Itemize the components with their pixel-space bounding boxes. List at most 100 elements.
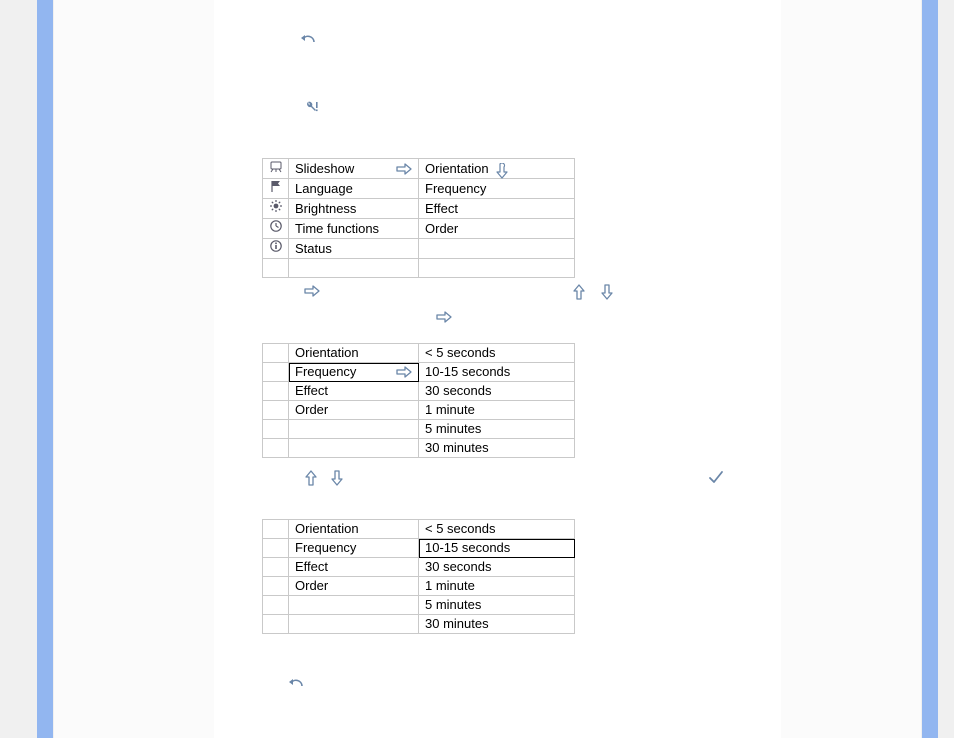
- submenu-item-effect[interactable]: Effect: [419, 199, 575, 219]
- blank-icon: [263, 558, 289, 577]
- blank-icon: [263, 439, 289, 458]
- submenu-item-frequency[interactable]: Frequency: [289, 539, 419, 558]
- option-30-seconds[interactable]: 30 seconds: [419, 382, 575, 401]
- arrow-down-icon: [330, 470, 346, 488]
- wrench-exclaim-icon: [305, 100, 321, 114]
- option-1-minute[interactable]: 1 minute: [419, 577, 575, 596]
- page-content: Slideshow Orientation: [214, 0, 781, 738]
- submenu-item-orientation[interactable]: Orientation: [419, 159, 575, 179]
- option-5-seconds[interactable]: < 5 seconds: [419, 344, 575, 363]
- arrow-right-icon: [396, 365, 412, 379]
- right-margin-strip: [922, 0, 938, 738]
- menu-item-label: Orientation: [295, 521, 359, 536]
- menu-item-label: Brightness: [295, 201, 356, 216]
- menu-item-label: Frequency: [295, 364, 356, 379]
- option-5-minutes[interactable]: 5 minutes: [419, 596, 575, 615]
- table-row: Brightness Effect: [263, 199, 575, 219]
- blank-icon: [263, 596, 289, 615]
- option-label: < 5 seconds: [425, 521, 495, 536]
- menu-item-time-functions[interactable]: Time functions: [289, 219, 419, 239]
- table-row: [263, 259, 575, 278]
- submenu-item-label: Effect: [425, 201, 458, 216]
- submenu-item-order[interactable]: Order: [419, 219, 575, 239]
- table-row: Frequency 10-15 seconds: [263, 539, 575, 558]
- submenu-item-blank: [419, 239, 575, 259]
- option-5-seconds[interactable]: < 5 seconds: [419, 520, 575, 539]
- option-10-15-seconds[interactable]: 10-15 seconds: [419, 363, 575, 382]
- menu-item-label: Slideshow: [295, 161, 354, 176]
- menu-table-1: Slideshow Orientation: [262, 158, 575, 278]
- blank-icon: [263, 259, 289, 278]
- option-label: 5 minutes: [425, 421, 481, 436]
- menu-table-2-body: Orientation < 5 seconds Frequency: [263, 344, 575, 458]
- submenu-item-frequency[interactable]: Frequency: [419, 179, 575, 199]
- option-5-minutes[interactable]: 5 minutes: [419, 420, 575, 439]
- brightness-icon: [263, 199, 289, 219]
- arrow-right-icon: [304, 284, 322, 300]
- option-label: 10-15 seconds: [425, 540, 510, 555]
- option-30-seconds[interactable]: 30 seconds: [419, 558, 575, 577]
- option-label: < 5 seconds: [425, 345, 495, 360]
- submenu-item-effect[interactable]: Effect: [289, 382, 419, 401]
- menu-item-slideshow[interactable]: Slideshow: [289, 159, 419, 179]
- pointer-down-icon: [494, 163, 508, 179]
- menu-table-2: Orientation < 5 seconds Frequency: [262, 343, 575, 458]
- table-row: Time functions Order: [263, 219, 575, 239]
- submenu-item-frequency[interactable]: Frequency: [289, 363, 419, 382]
- menu-item-language[interactable]: Language: [289, 179, 419, 199]
- blank-icon: [263, 344, 289, 363]
- menu-table-3: Orientation < 5 seconds Frequency 10-15 …: [262, 519, 575, 634]
- option-label: 30 seconds: [425, 559, 492, 574]
- menu-item-status[interactable]: Status: [289, 239, 419, 259]
- menu-item-label: Status: [295, 241, 332, 256]
- option-30-minutes[interactable]: 30 minutes: [419, 615, 575, 634]
- submenu-item-label: Orientation: [425, 161, 489, 176]
- blank-icon: [263, 382, 289, 401]
- submenu-item-blank: [289, 615, 419, 634]
- table-row: Language Frequency: [263, 179, 575, 199]
- check-icon: [708, 470, 726, 486]
- arrow-right-icon: [436, 310, 454, 326]
- undo-icon: [300, 32, 318, 46]
- table-row: Orientation < 5 seconds: [263, 344, 575, 363]
- option-1-minute[interactable]: 1 minute: [419, 401, 575, 420]
- submenu-item-order[interactable]: Order: [289, 577, 419, 596]
- arrow-up-icon: [572, 284, 588, 302]
- undo-icon: [288, 676, 306, 690]
- option-label: 1 minute: [425, 402, 475, 417]
- flag-icon: [263, 179, 289, 199]
- table-row: Orientation < 5 seconds: [263, 520, 575, 539]
- submenu-item-blank: [419, 259, 575, 278]
- submenu-item-blank: [289, 420, 419, 439]
- submenu-item-blank: [289, 439, 419, 458]
- submenu-item-effect[interactable]: Effect: [289, 558, 419, 577]
- blank-icon: [263, 520, 289, 539]
- menu-item-label: Time functions: [295, 221, 379, 236]
- option-30-minutes[interactable]: 30 minutes: [419, 439, 575, 458]
- left-margin-strip: [37, 0, 53, 738]
- option-10-15-seconds[interactable]: 10-15 seconds: [419, 539, 575, 558]
- submenu-item-label: Frequency: [425, 181, 486, 196]
- table-row: Slideshow Orientation: [263, 159, 575, 179]
- table-row: 5 minutes: [263, 420, 575, 439]
- info-icon: [263, 239, 289, 259]
- option-label: 5 minutes: [425, 597, 481, 612]
- option-label: 10-15 seconds: [425, 364, 510, 379]
- menu-item-brightness[interactable]: Brightness: [289, 199, 419, 219]
- table-row: 5 minutes: [263, 596, 575, 615]
- table-row: Order 1 minute: [263, 401, 575, 420]
- menu-item-label: Effect: [295, 383, 328, 398]
- submenu-item-orientation[interactable]: Orientation: [289, 344, 419, 363]
- blank-icon: [263, 363, 289, 382]
- submenu-item-orientation[interactable]: Orientation: [289, 520, 419, 539]
- blank-icon: [263, 420, 289, 439]
- submenu-item-blank: [289, 596, 419, 615]
- submenu-item-order[interactable]: Order: [289, 401, 419, 420]
- viewport: Slideshow Orientation: [0, 0, 954, 738]
- menu-item-label: Effect: [295, 559, 328, 574]
- menu-item-label: Orientation: [295, 345, 359, 360]
- menu-table-1-body: Slideshow Orientation: [263, 159, 575, 278]
- option-label: 30 minutes: [425, 616, 489, 631]
- blank-icon: [263, 615, 289, 634]
- projector-icon: [263, 159, 289, 179]
